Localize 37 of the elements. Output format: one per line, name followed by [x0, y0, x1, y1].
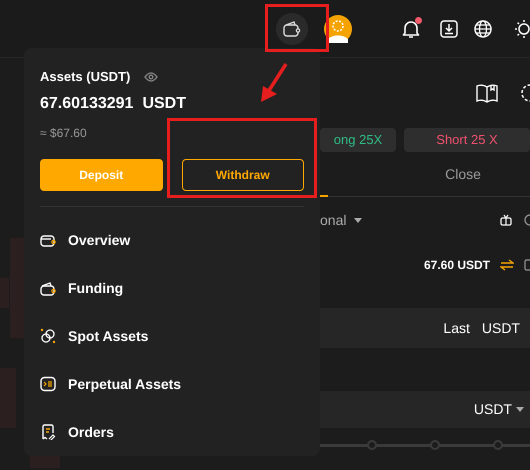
- arrow: [258, 62, 290, 104]
- wallet-icon: [40, 280, 56, 297]
- menu-item[interactable]: Funding: [40, 264, 304, 313]
- menu-item[interactable]: Orders: [40, 408, 304, 456]
- sun-icon[interactable]: [514, 18, 530, 38]
- menu-item[interactable]: Overview: [40, 217, 304, 265]
- withdraw-button[interactable]: Withdraw: [182, 159, 304, 191]
- assets-amount: 67.60133291: [40, 94, 134, 114]
- close-tab[interactable]: Close: [396, 152, 530, 196]
- short-button[interactable]: Short 25 X: [404, 128, 530, 152]
- wallet-icon: [40, 232, 56, 249]
- balance-text: 67.60 USDT: [424, 256, 490, 274]
- assets-title: Assets (USDT): [40, 68, 130, 86]
- price-type-label: Last: [443, 318, 470, 338]
- avatar-icon[interactable]: [324, 14, 352, 42]
- assets-unit: USDT: [142, 94, 186, 114]
- order-type-dropdown[interactable]: onal: [320, 210, 362, 230]
- price-unit-label: USDT: [482, 318, 520, 338]
- menu-item[interactable]: Spot Assets: [40, 312, 304, 360]
- eye-icon[interactable]: [144, 72, 158, 82]
- settings-icon[interactable]: [520, 83, 530, 103]
- book-icon[interactable]: [476, 83, 498, 103]
- wallet-button[interactable]: [276, 12, 308, 44]
- fiat-value: ≈ $67.60: [40, 125, 88, 142]
- gift-icon[interactable]: [500, 214, 512, 226]
- unit-dropdown[interactable]: USDT: [474, 399, 524, 420]
- menu-item[interactable]: Perpetual Assets: [40, 360, 304, 408]
- transfer-icon[interactable]: [500, 258, 514, 270]
- long-button[interactable]: ong 25X: [320, 128, 396, 152]
- highlight-box: [265, 4, 329, 52]
- globe-icon[interactable]: [474, 20, 492, 38]
- download-icon[interactable]: [440, 20, 458, 38]
- coins-icon: [40, 328, 56, 344]
- wallet-icon: [283, 20, 301, 36]
- document-icon: [40, 376, 56, 392]
- bell-icon[interactable]: [402, 18, 420, 38]
- receipt-icon: [40, 424, 56, 440]
